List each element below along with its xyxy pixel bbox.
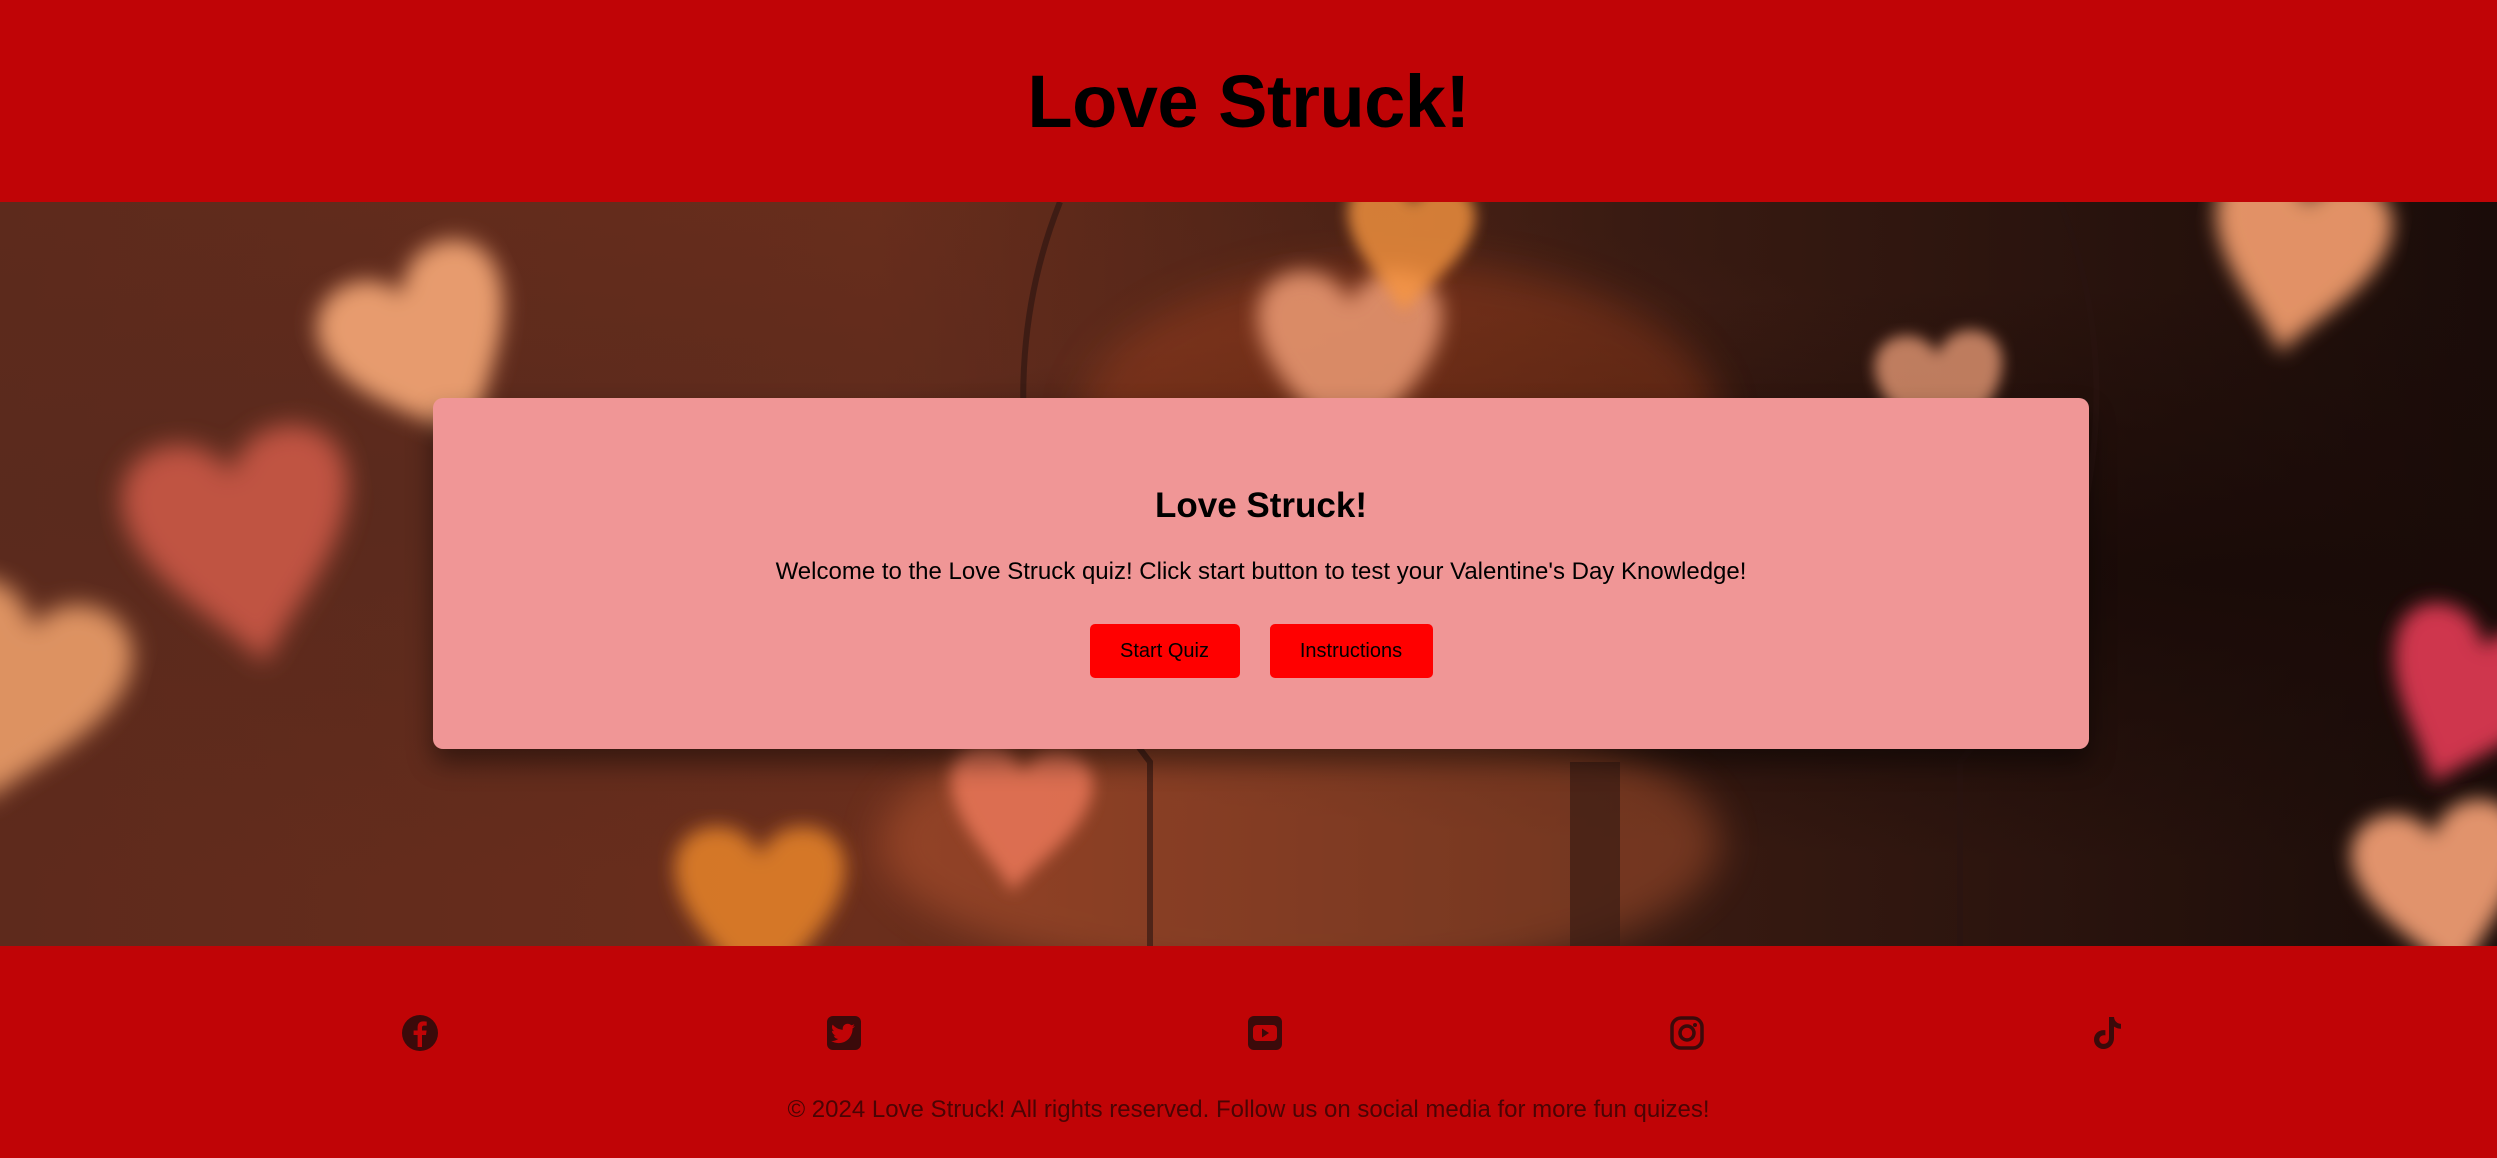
facebook-icon[interactable] [401, 1014, 439, 1052]
instructions-button[interactable]: Instructions [1269, 624, 1433, 678]
tiktok-icon[interactable] [2089, 1014, 2127, 1052]
card-title: Love Struck! [1155, 486, 1367, 525]
youtube-icon[interactable] [1246, 1014, 1284, 1052]
card-buttons: Start Quiz Instructions [433, 624, 2089, 678]
twitter-icon[interactable] [825, 1014, 863, 1052]
start-quiz-button[interactable]: Start Quiz [1089, 624, 1240, 678]
welcome-card: Love Struck! Welcome to the Love Struck … [433, 398, 2089, 749]
site-footer: © 2024 Love Struck! All rights reserved.… [0, 946, 2497, 1158]
footer-copyright: © 2024 Love Struck! All rights reserved.… [787, 1096, 1710, 1123]
instagram-icon[interactable] [1668, 1014, 1706, 1052]
site-header: Love Struck! [0, 0, 2497, 202]
page: Love Struck! Love Struck! Welcome to the… [0, 0, 2497, 1158]
site-title: Love Struck! [1027, 59, 1470, 143]
welcome-text: Welcome to the Love Struck quiz! Click s… [775, 558, 1747, 585]
